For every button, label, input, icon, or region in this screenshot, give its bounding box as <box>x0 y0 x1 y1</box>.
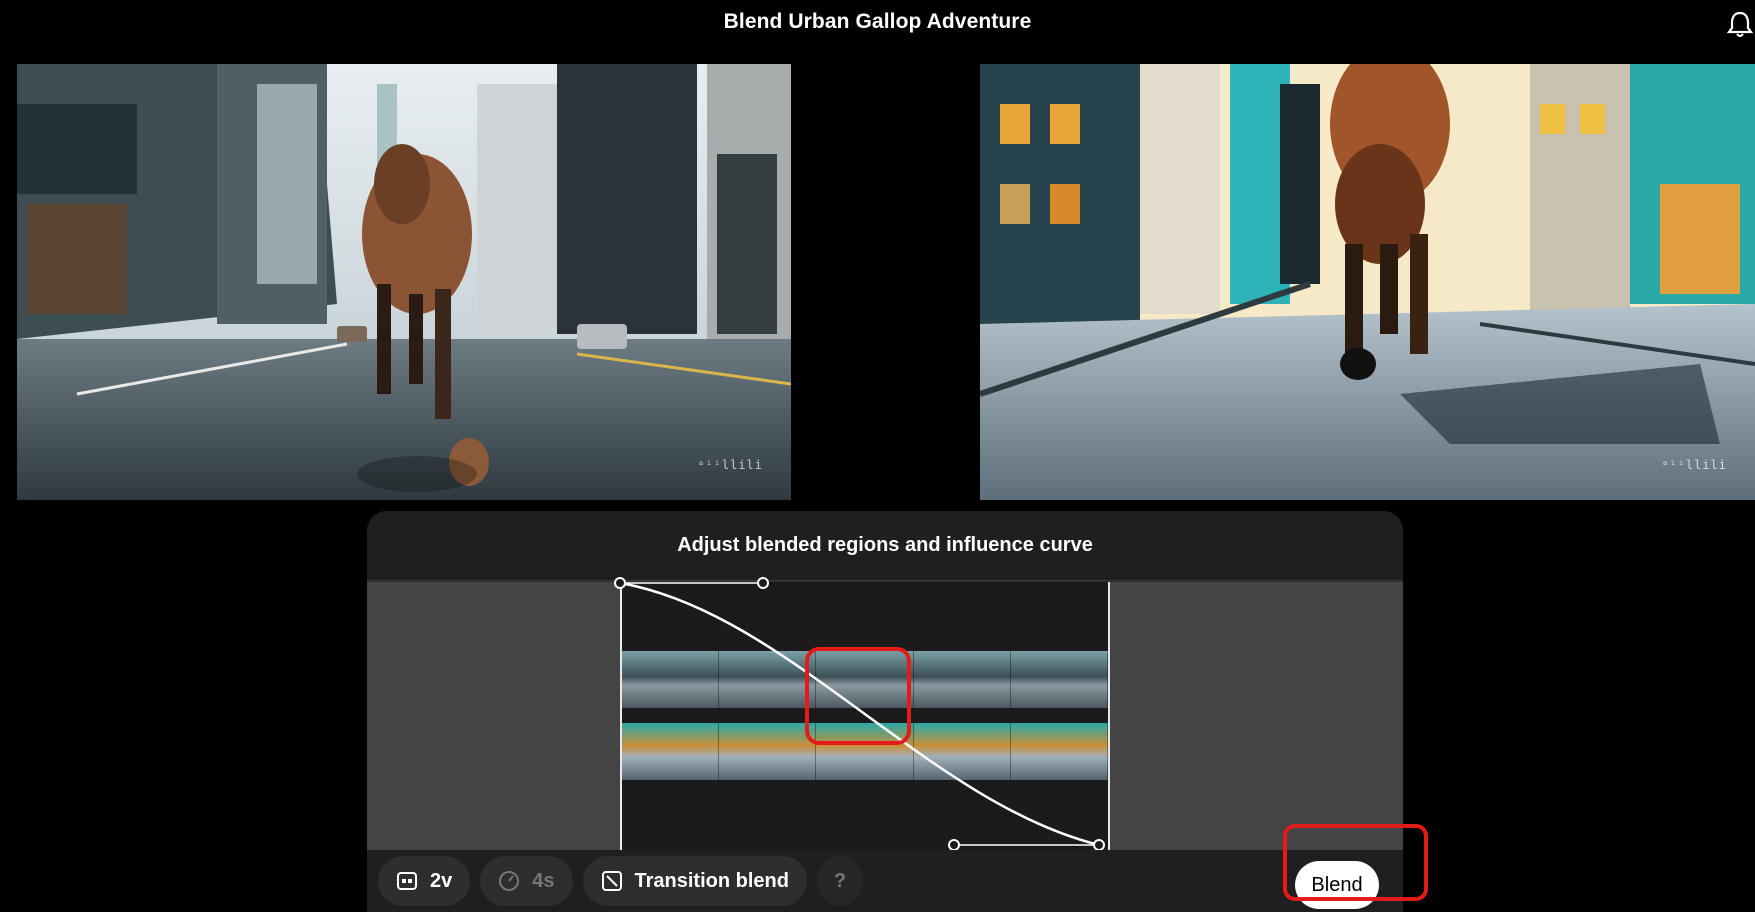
video-count-icon <box>397 872 417 890</box>
blend-button-highlight-annotation <box>1283 824 1428 901</box>
timeline-frame <box>913 651 1011 708</box>
timeline-frame <box>622 723 720 780</box>
blend-mode-label: Transition blend <box>634 869 789 892</box>
blend-mode-chip[interactable]: Transition blend <box>582 856 807 906</box>
clock-icon <box>499 871 520 891</box>
video-count-label: 2v <box>430 869 453 892</box>
page-title: Blend Urban Gallop Adventure <box>723 10 1032 33</box>
watermark-text: ᵃⁱⁱllili <box>1661 458 1727 472</box>
bottom-toolbar: 2v 4s Transition blend ? Blend <box>367 850 1403 912</box>
timeline-frame <box>1010 723 1108 780</box>
timeline-frame <box>719 651 817 708</box>
duration-chip[interactable]: 4s <box>480 856 573 906</box>
video-count-chip[interactable]: 2v <box>378 856 471 906</box>
curve-control-handle-1[interactable] <box>757 577 769 589</box>
help-button[interactable]: ? <box>816 856 863 906</box>
watermark-text: ᵃⁱⁱllili <box>697 458 763 472</box>
bell-icon[interactable] <box>1725 10 1755 38</box>
timeline-frame <box>719 723 817 780</box>
timeline-frame <box>1010 651 1108 708</box>
help-label: ? <box>833 869 847 892</box>
source-video-left[interactable]: ᵃⁱⁱllili <box>17 64 791 500</box>
transition-icon <box>601 871 622 891</box>
source-video-right[interactable]: ᵃⁱⁱllili <box>980 64 1755 500</box>
timeline-area[interactable] <box>367 577 1403 851</box>
highlight-annotation <box>805 647 911 745</box>
timeline-frame <box>622 651 720 708</box>
timeline-frame <box>913 723 1011 780</box>
duration-label: 4s <box>532 869 555 892</box>
panel-header: Adjust blended regions and influence cur… <box>367 511 1403 581</box>
panel-title: Adjust blended regions and influence cur… <box>677 534 1093 556</box>
curve-handle-start[interactable] <box>614 577 626 589</box>
blend-editor-panel: Adjust blended regions and influence cur… <box>367 511 1403 912</box>
